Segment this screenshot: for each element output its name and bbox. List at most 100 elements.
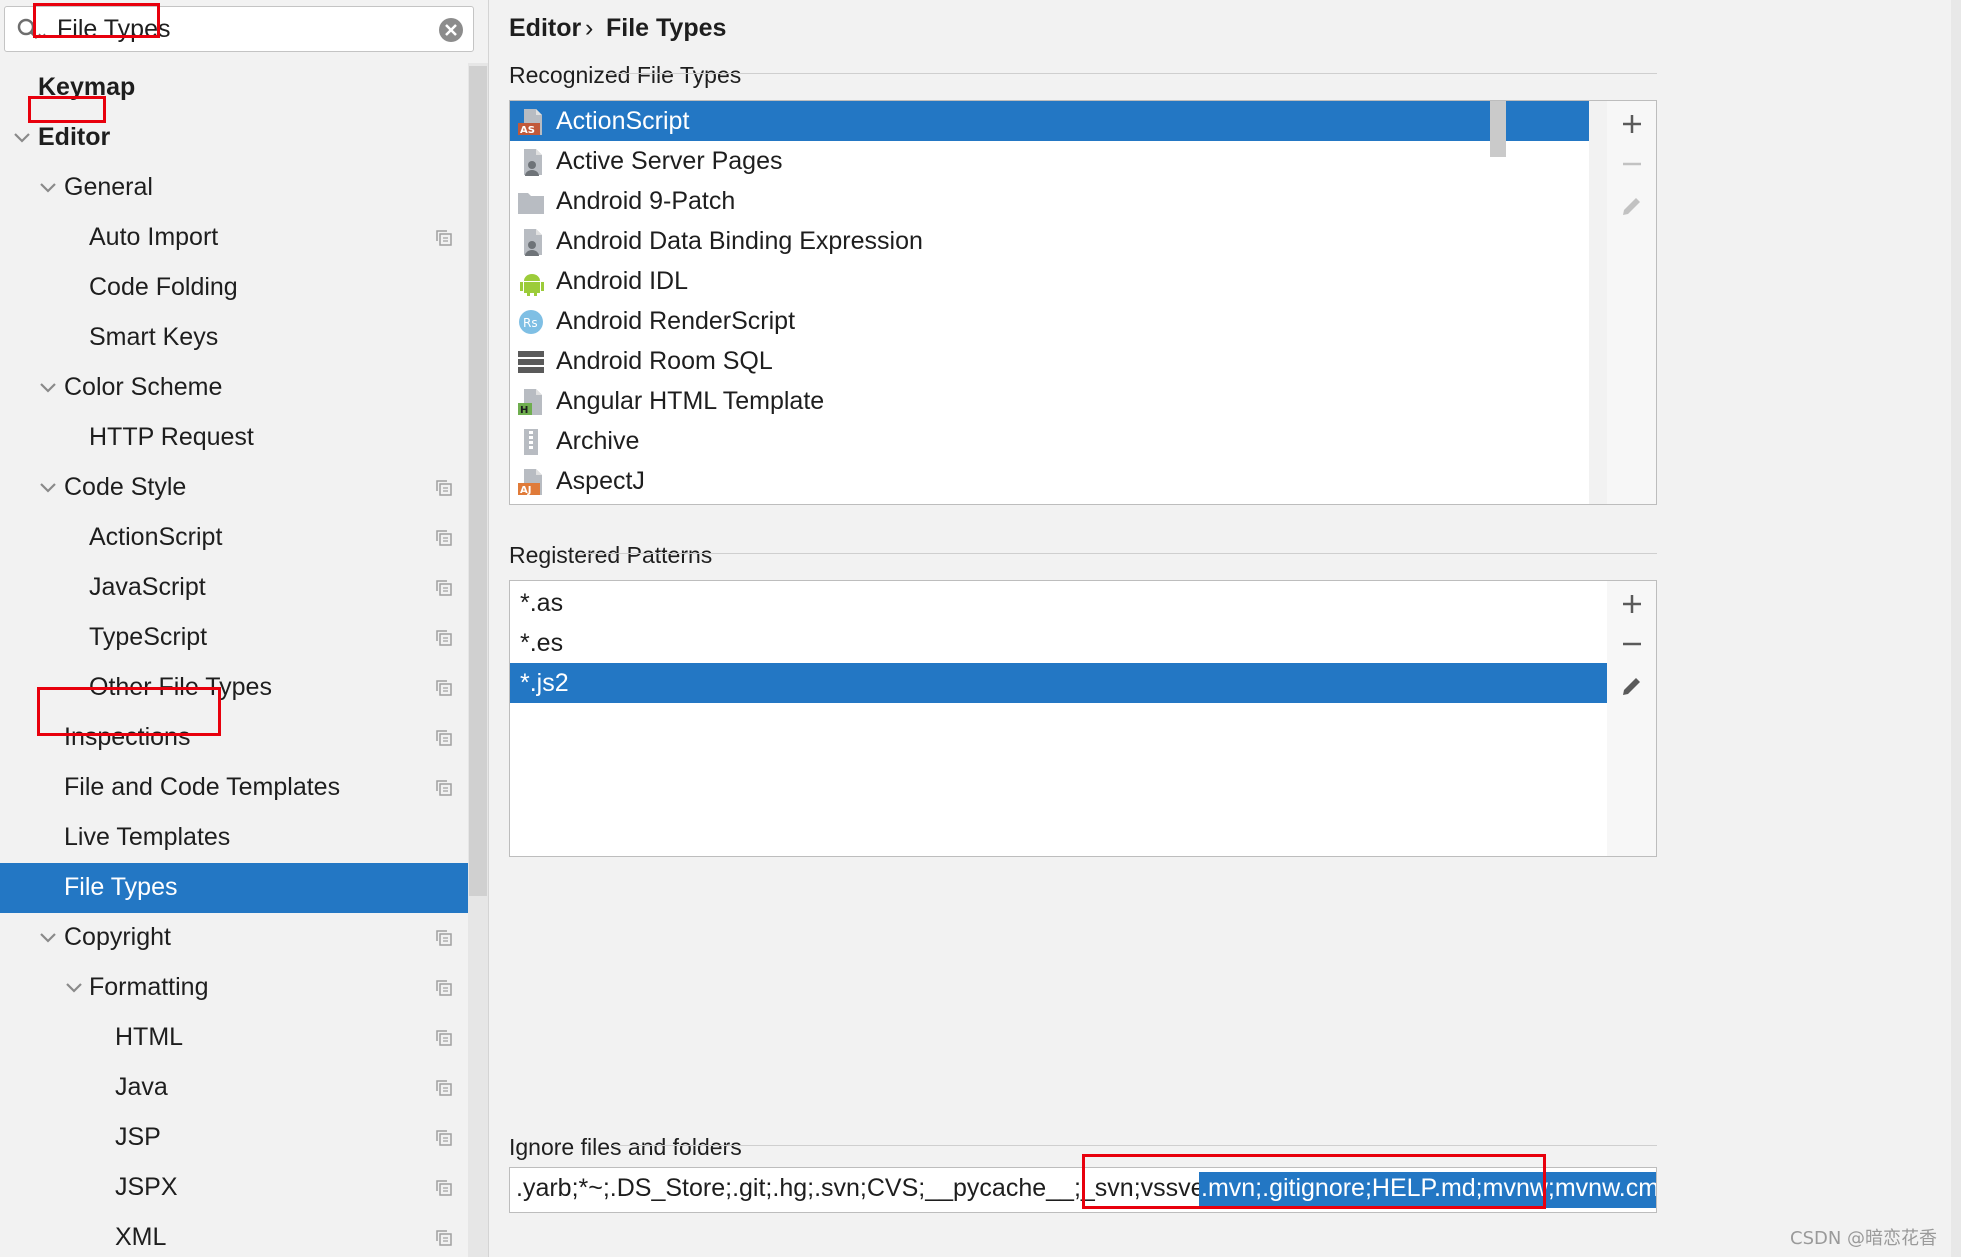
project-scope-icon — [436, 580, 452, 596]
recognized-file-types-list[interactable]: AS ActionScript Active Server Pages Android… — [509, 100, 1608, 505]
registered-patterns-title: Registered Patterns — [509, 542, 713, 568]
tree-item-inspections[interactable]: Inspections — [0, 713, 488, 763]
registered-patterns-list[interactable]: *.as *.es *.js2 — [509, 580, 1608, 857]
project-scope-icon — [436, 930, 452, 946]
tree-item-copyright[interactable]: Copyright — [0, 913, 488, 963]
tree-item-xml[interactable]: XML — [0, 1213, 488, 1257]
file-types-scrollbar[interactable] — [1589, 101, 1607, 504]
tree-item-html[interactable]: HTML — [0, 1013, 488, 1063]
add-file-type-icon[interactable] — [1619, 111, 1645, 137]
file-type-row[interactable]: AJ AspectJ — [510, 461, 1607, 501]
file-type-row[interactable]: Android Data Binding Expression — [510, 221, 1607, 261]
tree-item-file-and-code-templates[interactable]: File and Code Templates — [0, 763, 488, 813]
tree-item-label: Formatting — [89, 973, 209, 1001]
html-file-icon: H — [518, 389, 542, 416]
pattern-row[interactable]: *.js2 — [510, 663, 1607, 703]
recognized-file-types-title: Recognized File Types — [509, 62, 742, 88]
project-scope-icon — [436, 480, 452, 496]
tree-item-jspx[interactable]: JSPX — [0, 1163, 488, 1213]
tree-item-label: Keymap — [38, 73, 136, 101]
settings-tree-panel: Keymap Editor General Auto Import Code Foldi… — [0, 0, 489, 1257]
file-type-label: Android Data Binding Expression — [556, 227, 923, 255]
chevron-down-icon[interactable] — [38, 928, 58, 948]
project-scope-icon — [436, 630, 452, 646]
project-scope-icon — [436, 1130, 452, 1146]
tree-item-auto-import[interactable]: Auto Import — [0, 213, 488, 263]
section-divider — [580, 553, 1657, 554]
file-type-row[interactable]: Android 9-Patch — [510, 181, 1607, 221]
tree-item-code-folding[interactable]: Code Folding — [0, 263, 488, 313]
file-type-row[interactable]: Android Room SQL — [510, 341, 1607, 381]
file-type-row[interactable]: Active Server Pages — [510, 141, 1607, 181]
file-person-icon — [524, 229, 542, 256]
tree-item-editor[interactable]: Editor — [0, 113, 488, 163]
ignore-files-selected-text: .mvn;.gitignore;HELP.md;mvnw;mvnw.cmd;*.… — [1199, 1172, 1656, 1208]
tree-item-keymap[interactable]: Keymap — [0, 63, 488, 113]
pattern-label: *.js2 — [520, 669, 569, 697]
search-input[interactable] — [57, 12, 427, 46]
section-divider — [612, 1145, 1657, 1146]
chevron-down-icon[interactable] — [12, 128, 32, 148]
svg-text:AS: AS — [520, 125, 535, 136]
chevron-down-icon[interactable] — [38, 478, 58, 498]
tree-item-label: Smart Keys — [89, 323, 219, 351]
tree-item-label: Code Style — [64, 473, 187, 501]
tree-item-formatting[interactable]: Formatting — [0, 963, 488, 1013]
project-scope-icon — [436, 1080, 452, 1096]
tree-item-general[interactable]: General — [0, 163, 488, 213]
remove-file-type-icon[interactable] — [1619, 151, 1645, 177]
tree-item-smart-keys[interactable]: Smart Keys — [0, 313, 488, 363]
window-edge — [1951, 0, 1961, 1257]
archive-icon — [524, 429, 538, 455]
tree-item-actionscript[interactable]: ActionScript — [0, 513, 488, 563]
file-type-row[interactable]: Android IDL — [510, 261, 1607, 301]
tree-item-label: HTML — [115, 1023, 184, 1051]
file-types-scrollbar-thumb[interactable] — [1490, 101, 1506, 157]
tree-item-typescript[interactable]: TypeScript — [0, 613, 488, 663]
add-pattern-icon[interactable] — [1619, 591, 1645, 617]
tree-item-label: Code Folding — [89, 273, 238, 301]
search-icon[interactable] — [15, 16, 47, 44]
tree-item-label: Java — [115, 1073, 168, 1101]
tree-scrollbar-thumb[interactable] — [469, 66, 487, 896]
breadcrumb-parent[interactable]: Editor — [509, 14, 581, 43]
file-type-row[interactable]: Rs Android RenderScript — [510, 301, 1607, 341]
tree-item-javascript[interactable]: JavaScript — [0, 563, 488, 613]
remove-pattern-icon[interactable] — [1619, 631, 1645, 657]
search-field[interactable] — [4, 6, 474, 52]
tree-item-label: HTTP Request — [89, 423, 254, 451]
clear-search-icon[interactable] — [437, 16, 465, 44]
tree-item-file-types[interactable]: File Types — [0, 863, 488, 913]
watermark: CSDN @暗恋花香 — [1790, 1228, 1938, 1249]
chevron-down-icon[interactable] — [64, 978, 84, 998]
file-type-row[interactable]: C# — [510, 501, 1607, 504]
folder-icon — [518, 193, 544, 214]
database-icon — [518, 351, 544, 373]
file-type-row[interactable]: AS ActionScript — [510, 101, 1607, 141]
ignore-files-input[interactable]: .yarb;*~;.DS_Store;.git;.hg;.svn;CVS;__p… — [509, 1167, 1657, 1213]
chevron-down-icon[interactable] — [38, 378, 58, 398]
tree-item-java[interactable]: Java — [0, 1063, 488, 1113]
project-scope-icon — [436, 980, 452, 996]
project-scope-icon — [436, 730, 452, 746]
pattern-row[interactable]: *.es — [510, 623, 1607, 663]
tree-item-http-request[interactable]: HTTP Request — [0, 413, 488, 463]
tree-item-jsp[interactable]: JSP — [0, 1113, 488, 1163]
settings-window: Keymap Editor General Auto Import Code Foldi… — [0, 0, 1961, 1257]
pattern-row[interactable]: *.as — [510, 583, 1607, 623]
file-person-icon — [524, 149, 542, 176]
file-type-row[interactable]: Archive — [510, 421, 1607, 461]
project-scope-icon — [436, 530, 452, 546]
tree-item-live-templates[interactable]: Live Templates — [0, 813, 488, 863]
file-type-row[interactable]: H Angular HTML Template — [510, 381, 1607, 421]
tree-item-label: Editor — [38, 123, 111, 151]
edit-pattern-icon[interactable] — [1619, 673, 1645, 699]
tree-item-label: JSP — [115, 1123, 161, 1151]
tree-item-other-file-types[interactable]: Other File Types — [0, 663, 488, 713]
project-scope-icon — [436, 1230, 452, 1246]
chevron-down-icon[interactable] — [38, 178, 58, 198]
tree-item-color-scheme[interactable]: Color Scheme — [0, 363, 488, 413]
tree-item-code-style[interactable]: Code Style — [0, 463, 488, 513]
file-type-label: Android RenderScript — [556, 307, 796, 335]
edit-file-type-icon[interactable] — [1619, 193, 1645, 219]
